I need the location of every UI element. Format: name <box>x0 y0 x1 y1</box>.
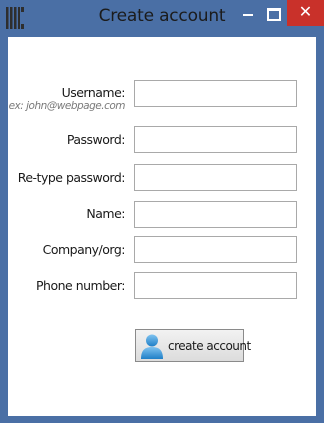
username-label: Username: <box>61 85 126 100</box>
create-account-button[interactable]: create account <box>135 329 251 362</box>
password-label: Password: <box>66 132 126 147</box>
retype-password-field[interactable] <box>134 164 297 191</box>
name-label: Name: <box>86 206 125 221</box>
username-field[interactable] <box>134 80 297 107</box>
form-panel: Username: ex: john@webpage.com Password:… <box>8 37 316 416</box>
close-button[interactable]: ✕ <box>287 0 324 26</box>
name-field[interactable] <box>134 201 297 228</box>
phone-label: Phone number: <box>36 278 125 293</box>
username-hint: ex: john@webpage.com <box>8 100 126 112</box>
minimize-button[interactable] <box>233 0 261 26</box>
create-account-window: Create account ✕ Username: ex: john@webp… <box>0 0 324 423</box>
company-field[interactable] <box>134 236 297 263</box>
retype-password-label: Re-type password: <box>17 170 126 185</box>
phone-field[interactable] <box>134 272 297 299</box>
title-bar[interactable]: Create account ✕ <box>0 0 324 37</box>
close-icon: ✕ <box>298 2 313 21</box>
create-account-label: create account <box>168 338 251 353</box>
user-icon <box>141 334 163 359</box>
company-label: Company/org: <box>42 242 126 257</box>
password-field[interactable] <box>134 126 297 153</box>
maximize-button[interactable] <box>260 0 286 26</box>
